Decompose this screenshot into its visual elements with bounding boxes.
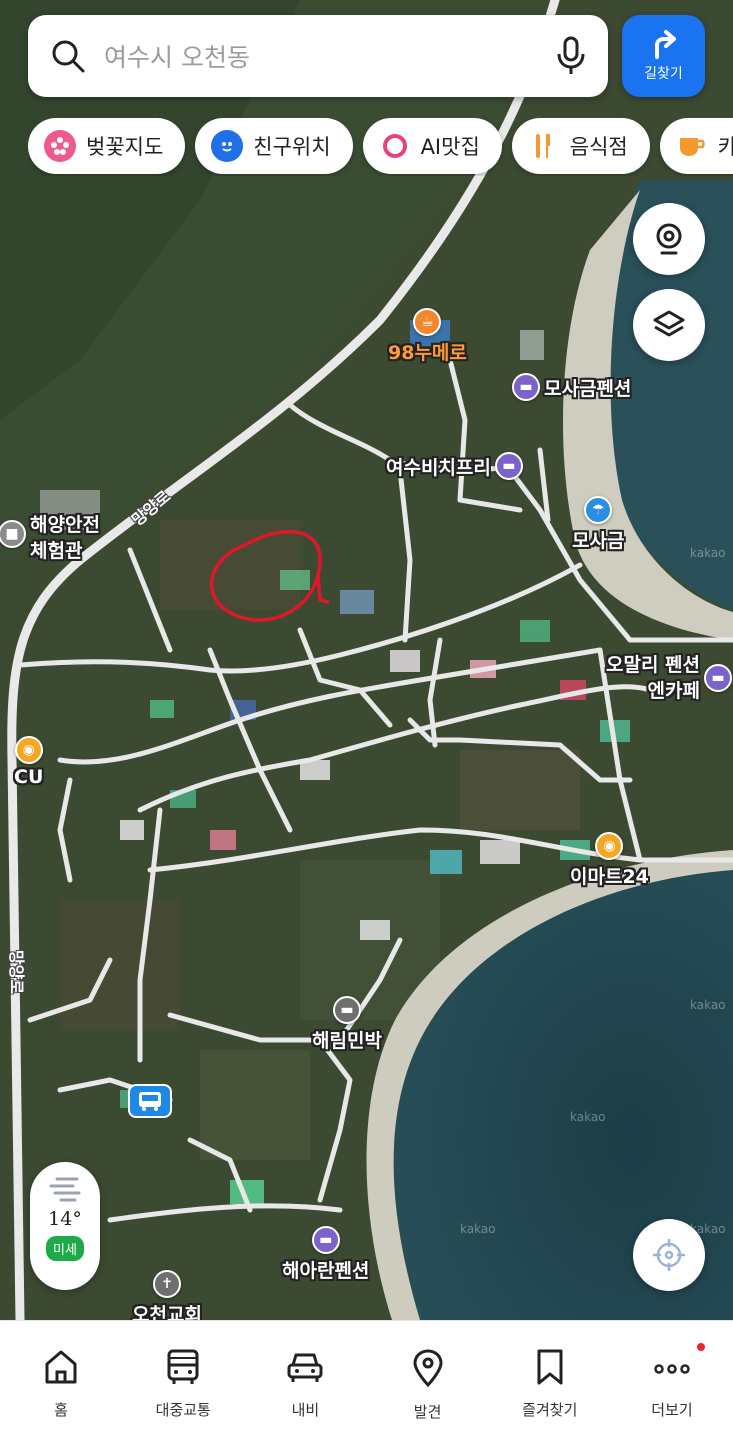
chip-cafe[interactable]: 카페: [659, 118, 733, 174]
map-watermark: kakao: [690, 546, 726, 560]
poi-label: 해양안전 체험관: [30, 514, 100, 562]
nav-navigation[interactable]: 내비: [244, 1321, 366, 1440]
building-icon: ■: [0, 520, 26, 548]
poi-haerim-minbak[interactable]: ▬ 해림민박: [312, 996, 382, 1053]
convenience-store-icon: ◉: [14, 736, 43, 764]
poi-mosageum-beach[interactable]: ☂ 모사금: [572, 496, 624, 553]
poi-label: 오말리 펜션엔카페: [605, 654, 700, 702]
poi-mosageum-pension[interactable]: ▬ 모사금펜션: [512, 373, 631, 401]
lodging-icon: ▬: [704, 664, 732, 692]
lodging-icon: ▬: [311, 1226, 340, 1254]
crosshair-icon: [653, 1239, 685, 1271]
poi-label: CU: [14, 766, 44, 788]
current-location-button[interactable]: [633, 1219, 705, 1291]
poi-label: 해아란펜션: [282, 1260, 370, 1282]
microphone-icon[interactable]: [556, 36, 586, 76]
beach-icon: ☂: [584, 496, 613, 524]
nav-public-transit[interactable]: 대중교통: [122, 1321, 244, 1440]
poi-yeosu-beach-free[interactable]: 여수비치프리 ▬: [386, 452, 523, 480]
poi-label: 여수비치프리: [386, 456, 491, 479]
cctv-icon: [656, 223, 682, 255]
poi-label: 오천교회: [132, 1304, 202, 1320]
poi-maritime-safety-center[interactable]: ■ 해양안전 체험관: [0, 512, 114, 564]
directions-label: 길찾기: [644, 66, 683, 82]
chip-label: 벚꽃지도: [86, 135, 164, 159]
poi-label: 모사금: [572, 530, 625, 552]
map-watermark: kakao: [460, 1222, 496, 1236]
poi-label: 해림민박: [312, 1030, 382, 1052]
poi-label: 모사금펜션: [544, 377, 632, 400]
fine-dust-badge: 미세: [46, 1236, 84, 1261]
convenience-store-icon: ◉: [595, 832, 624, 860]
church-icon: ✝: [152, 1270, 181, 1298]
nav-home[interactable]: 홈: [0, 1321, 122, 1440]
friend-location-icon: [211, 130, 244, 162]
poi-label: 이마트24: [570, 866, 649, 888]
road-label-mangyang-2: 망양로: [7, 949, 27, 995]
lodging-icon: ▬: [332, 996, 361, 1024]
chip-ai-restaurant[interactable]: AI맛집: [362, 118, 502, 174]
car-icon: [287, 1353, 323, 1382]
nav-label: 더보기: [651, 1401, 693, 1419]
ai-ring-icon: [379, 130, 411, 162]
poi-omalley-pension[interactable]: 오말리 펜션엔카페 ▬: [604, 652, 732, 704]
more-icon: [654, 1364, 690, 1374]
home-icon: [45, 1350, 77, 1384]
category-chips: 벚꽃지도 친구위치 AI맛집 음식점 카페: [28, 118, 733, 176]
notification-dot: [697, 1343, 706, 1351]
chip-label: 카페: [717, 135, 733, 159]
poi-haearan-pension[interactable]: ▬ 해아란펜션: [282, 1226, 369, 1283]
chip-restaurant[interactable]: 음식점: [511, 118, 650, 174]
poi-98numero[interactable]: ☕ 98누메로: [388, 308, 467, 365]
nav-label: 대중교통: [155, 1401, 211, 1419]
cherry-blossom-icon: [44, 130, 76, 162]
turn-arrow-icon: [654, 30, 676, 59]
layers-icon: [653, 310, 685, 337]
poi-label: 98누메로: [388, 342, 467, 364]
restaurant-icon: [528, 130, 560, 162]
chip-label: 친구위치: [253, 135, 331, 159]
bus-stop-icon[interactable]: [128, 1084, 172, 1118]
chip-label: AI맛집: [420, 135, 480, 159]
chip-label: 음식점: [569, 135, 628, 159]
nav-favorites[interactable]: 즐겨찾기: [489, 1321, 611, 1440]
poi-emart24[interactable]: ◉ 이마트24: [570, 832, 649, 889]
nav-more[interactable]: 더보기: [611, 1321, 733, 1440]
map-layers-button[interactable]: [633, 289, 705, 361]
weather-widget[interactable]: 14° 미세: [30, 1162, 100, 1290]
nav-label: 즐겨찾기: [522, 1401, 578, 1419]
search-input[interactable]: 여수시 오천동: [104, 38, 556, 74]
bus-icon: [167, 1349, 199, 1384]
nav-discover[interactable]: 발견: [367, 1321, 489, 1440]
poi-cu[interactable]: ◉ CU: [14, 736, 43, 788]
nav-label: 내비: [291, 1401, 320, 1419]
lodging-icon: ▬: [494, 452, 523, 480]
satellite-map[interactable]: 망양로 망양로 ☕ 98누메로 ▬ 모사금펜션 여수비치프리 ▬ ■ 해양안전 …: [0, 0, 733, 1320]
cctv-button[interactable]: [633, 203, 705, 275]
poi-ocheon-church[interactable]: ✝ 오천교회: [132, 1270, 202, 1320]
nav-label: 발견: [413, 1403, 442, 1421]
map-watermark: kakao: [690, 998, 726, 1012]
search-icon: [52, 40, 85, 73]
nav-label: 홈: [54, 1401, 68, 1419]
bookmark-icon: [537, 1349, 563, 1385]
directions-button[interactable]: 길찾기: [622, 15, 705, 97]
temperature: 14°: [48, 1208, 82, 1230]
bottom-navigation: 홈 대중교통 내비 발견 즐겨찾기 더보기: [0, 1320, 733, 1440]
search-bar[interactable]: 여수시 오천동: [28, 15, 608, 97]
map-watermark: kakao: [570, 1110, 606, 1124]
chip-cherry-blossom[interactable]: 벚꽃지도: [28, 118, 186, 174]
lodging-icon: ▬: [512, 373, 540, 401]
chip-friend-location[interactable]: 친구위치: [195, 118, 353, 174]
haze-icon: [49, 1177, 81, 1202]
location-pin-icon: [413, 1349, 443, 1387]
cafe-icon: ☕: [413, 308, 442, 336]
cafe-icon: [676, 130, 708, 162]
